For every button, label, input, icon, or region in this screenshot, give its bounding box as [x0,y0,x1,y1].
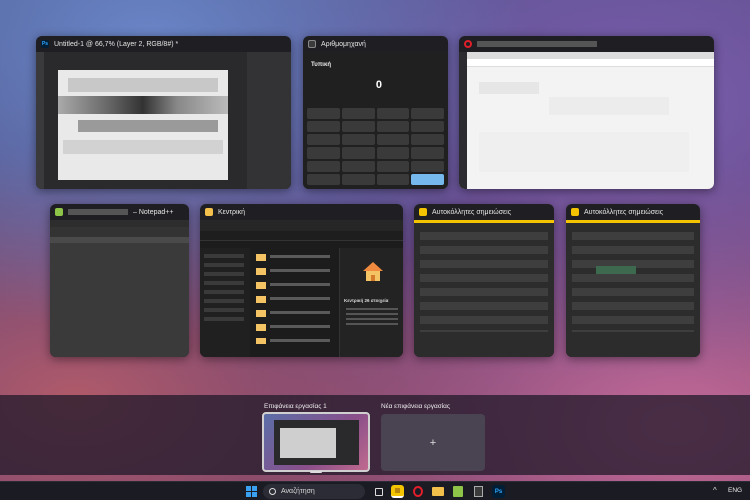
taskbar: Αναζήτηση Ps ^ ENG [0,481,750,500]
sticky-notes-icon[interactable] [391,485,404,498]
layers-panel [247,52,291,189]
window-titlebar: – Notepad++ [50,204,189,220]
calculator-display: 0 [375,79,382,91]
taskbar-search-box[interactable]: Αναζήτηση [263,484,365,499]
opera-browser-icon [464,40,472,48]
window-preview [50,220,189,357]
document-tab [50,237,189,243]
home-icon [363,262,383,282]
preview-pane: Κεντρική 26 στοιχεία [339,248,403,357]
photoshop-window[interactable]: Ps Untitled-1 @ 66,7% (Layer 2, RGB/8#) … [36,36,291,189]
window-titlebar: Αυτοκόλλητες σημειώσεις [414,204,554,220]
sticky-notes-window-1[interactable]: Αυτοκόλλητες σημειώσεις [414,204,554,357]
window-title: – Notepad++ [133,208,174,216]
window-preview [414,220,554,357]
window-preview: Τυπική 0 [303,52,448,189]
windows-start-icon[interactable] [245,485,258,498]
search-placeholder: Αναζήτηση [281,488,315,495]
explorer-window[interactable]: Κεντρική Κεντρική 26 στοιχεία [200,204,403,357]
calculator-window[interactable]: Αριθμομηχανή Τυπική 0 [303,36,448,189]
new-desktop-label: Νέα επιφάνεια εργασίας [381,403,451,410]
sticky-notes-window-2[interactable]: Αυτοκόλλητες σημειώσεις [566,204,700,357]
navigation-pane [200,248,250,357]
window-titlebar: Αυτοκόλλητες σημειώσεις [566,204,700,220]
window-title: Αριθμομηχανή [321,40,366,48]
toolbar [50,227,189,237]
notepad-plus-plus-icon [55,208,63,216]
equals-key [411,173,444,185]
window-title: Αυτοκόλλητες σημειώσεις [432,208,512,216]
item-count: Κεντρική 26 στοιχεία [344,298,389,303]
address-bar [467,59,714,67]
note-color-strip [566,220,700,223]
language-indicator[interactable]: ENG [728,487,742,494]
file-explorer-icon[interactable] [431,485,444,498]
photoshop-icon[interactable]: Ps [492,485,505,498]
note-color-strip [414,220,554,223]
window-preview [36,52,291,189]
window-titlebar: Ps Untitled-1 @ 66,7% (Layer 2, RGB/8#) … [36,36,291,52]
current-desktop-label: Επιφάνεια εργασίας 1 [264,403,327,410]
window-titlebar: Κεντρική [200,204,403,220]
task-view-icon[interactable] [372,485,385,498]
new-desktop-button[interactable]: + [381,414,485,471]
virtual-desktops-bar: Επιφάνεια εργασίας 1 Νέα επιφάνεια εργασ… [0,395,750,475]
menu-bar [50,220,189,227]
window-preview [566,220,700,357]
window-titlebar: Αριθμομηχανή [303,36,448,52]
browser-sidebar [459,52,467,189]
notepad-plus-plus-icon[interactable] [451,485,464,498]
tray-chevron-icon[interactable]: ^ [713,486,717,495]
window-title: Κεντρική [218,208,245,216]
tools-panel [36,52,44,189]
opera-icon[interactable] [411,485,424,498]
search-icon [269,488,276,495]
window-title: Αυτοκόλλητες σημειώσεις [584,208,664,216]
photoshop-icon: Ps [41,40,49,48]
window-preview: Κεντρική 26 στοιχεία [200,220,403,357]
calculator-icon[interactable] [472,485,485,498]
browser-tabs [459,52,714,59]
window-titlebar [459,36,714,52]
calculator-keypad [307,108,444,185]
sticky-notes-icon [571,208,579,216]
plus-icon: + [429,436,437,449]
window-preview [459,52,714,189]
file-explorer-icon [205,208,213,216]
calculator-icon [308,40,316,48]
sticky-notes-icon [419,208,427,216]
browser-window[interactable] [459,36,714,189]
calculator-mode: Τυπική [311,62,331,68]
window-title: Untitled-1 @ 66,7% (Layer 2, RGB/8#) * [54,40,179,48]
canvas [58,70,228,180]
notepad-window[interactable]: – Notepad++ [50,204,189,357]
current-desktop-thumbnail[interactable] [262,412,370,472]
active-desktop-indicator [310,471,322,473]
